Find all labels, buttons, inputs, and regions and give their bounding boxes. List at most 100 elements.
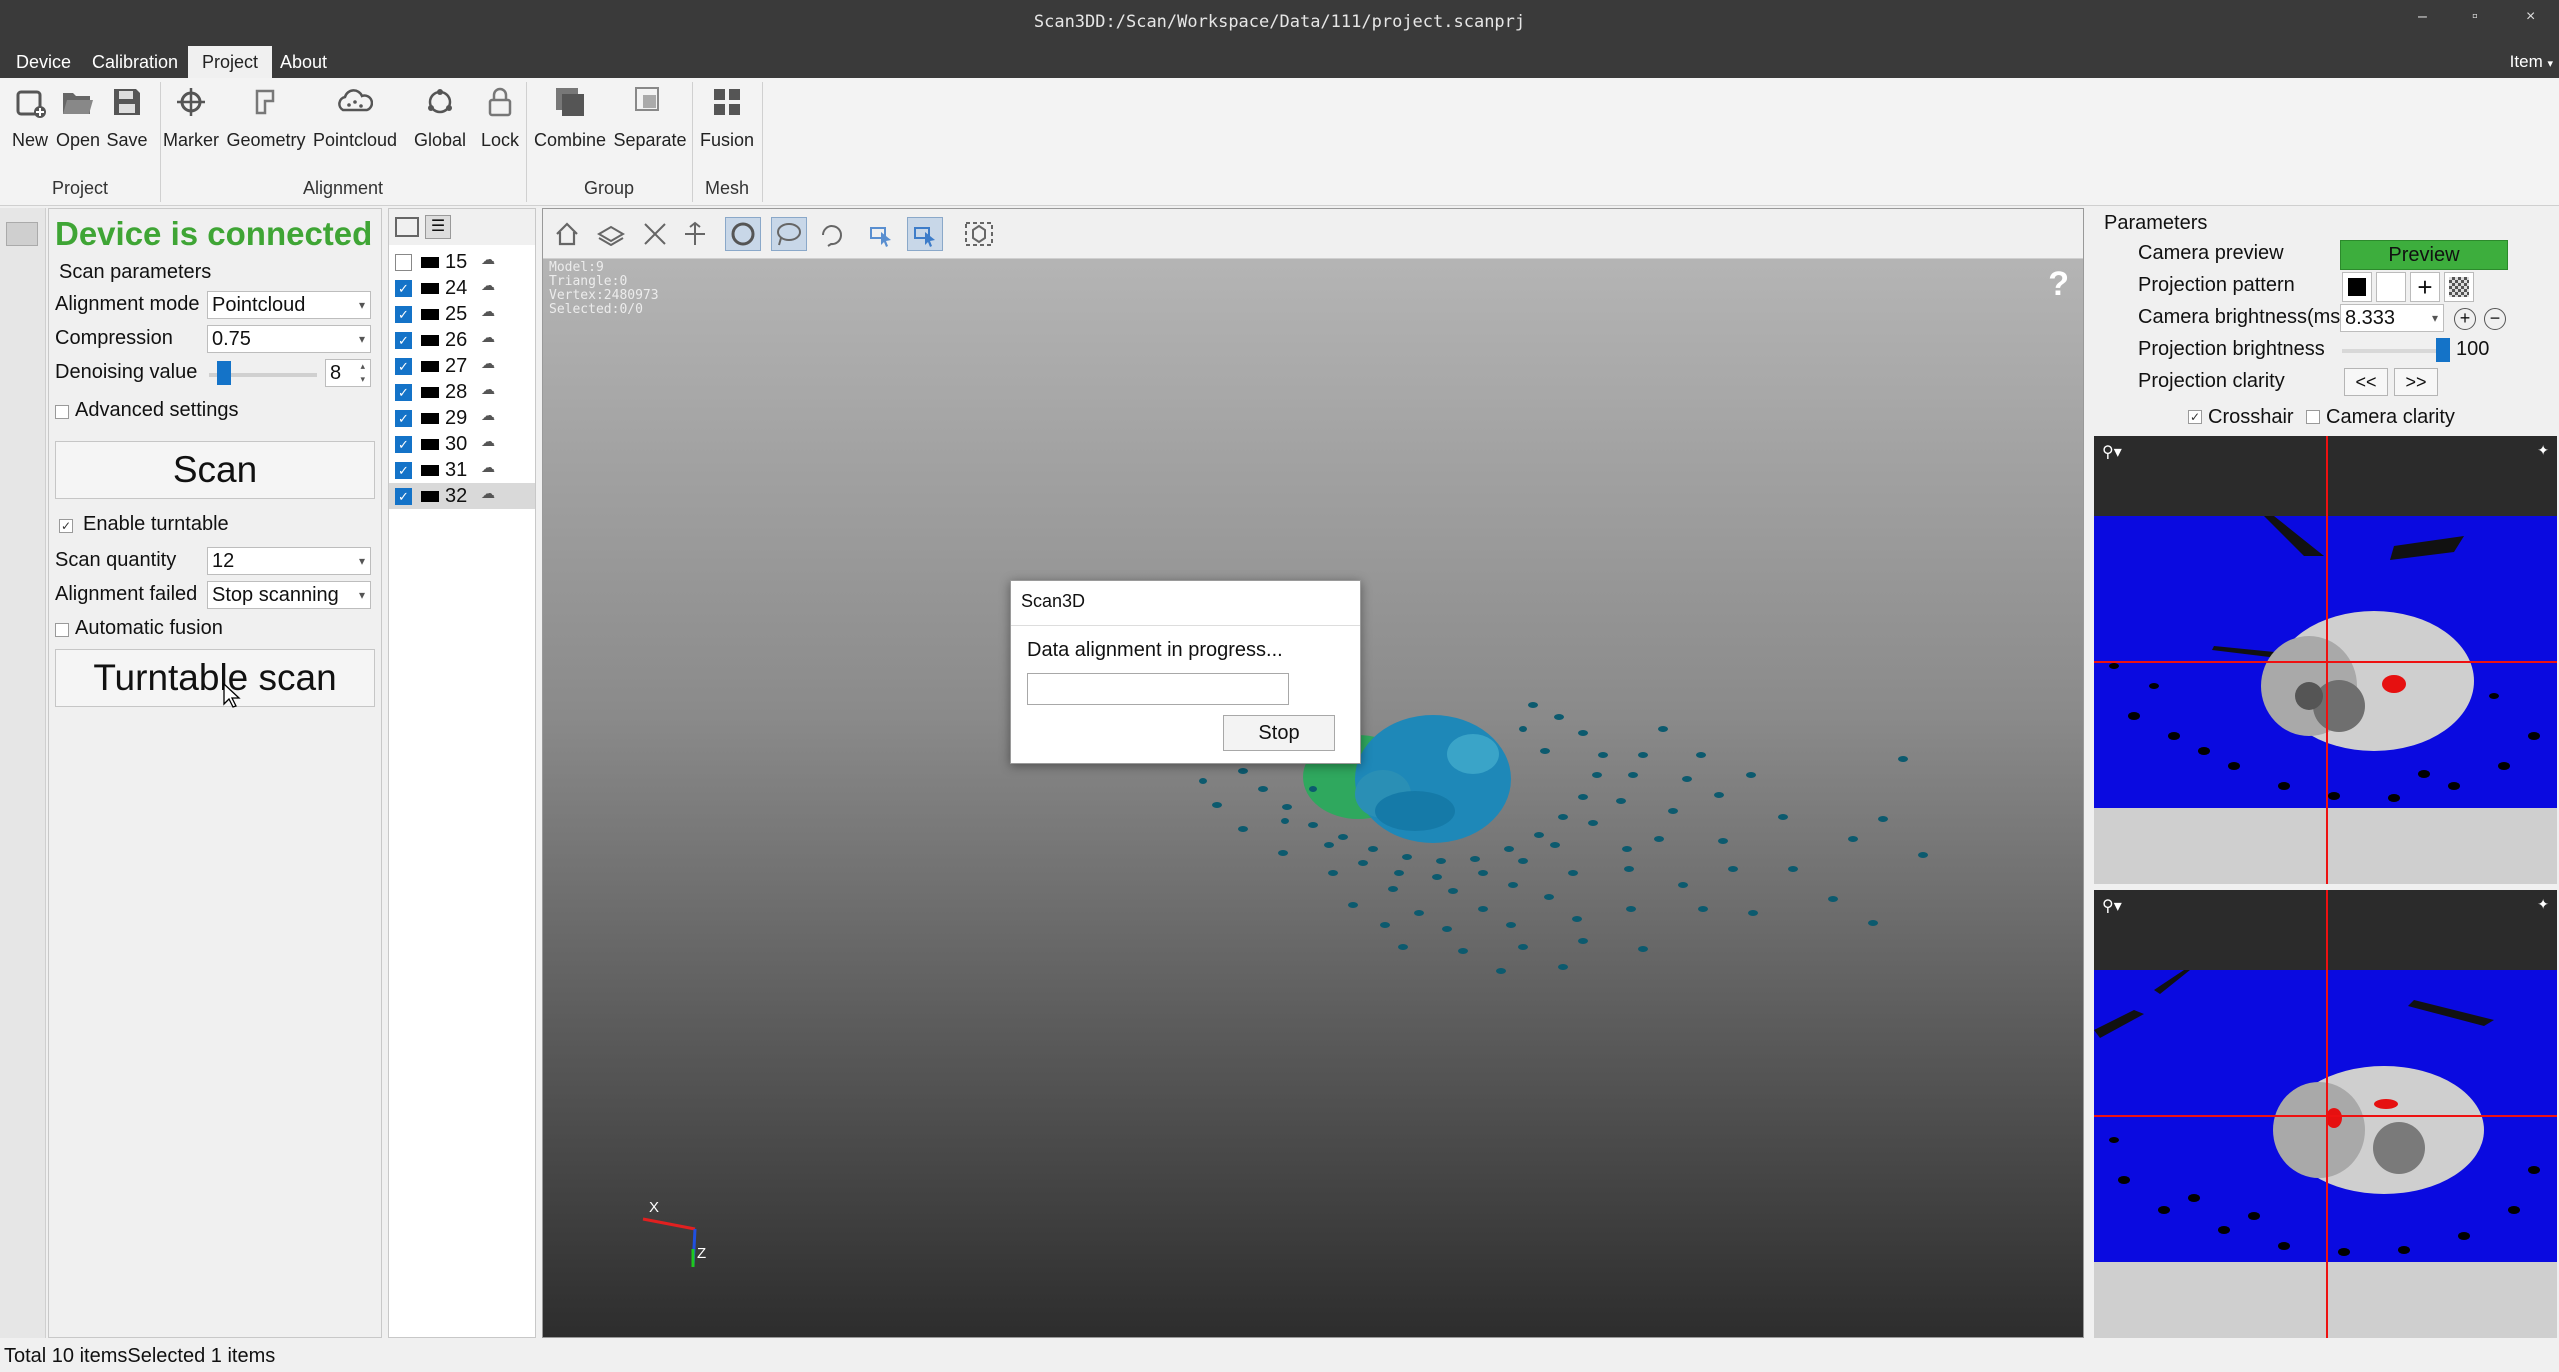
magnifier-icon[interactable]: ⚲▾ bbox=[2102, 442, 2122, 462]
automatic-fusion-checkbox[interactable] bbox=[55, 623, 69, 637]
automatic-fusion-label: Automatic fusion bbox=[75, 617, 223, 639]
chevron-down-icon: ▾ bbox=[358, 588, 365, 602]
denoising-label: Denoising value bbox=[55, 361, 198, 383]
crosshair-checkbox[interactable]: ✓ bbox=[2188, 410, 2202, 424]
crosshair-vertical bbox=[2326, 436, 2328, 884]
maximize-button[interactable]: ▫ bbox=[2472, 8, 2478, 26]
model-visibility-checkbox[interactable]: ✓ bbox=[395, 410, 412, 427]
3d-viewport[interactable]: Model:9 Triangle:0 Vertex:2480973 Select… bbox=[542, 208, 2084, 1338]
denoising-spinbox[interactable]: 8 ▴ ▾ bbox=[325, 359, 371, 387]
fusion-button[interactable]: Fusion bbox=[698, 82, 756, 151]
zoom-out-icon[interactable]: − bbox=[2484, 308, 2506, 330]
model-id: 32 bbox=[445, 485, 468, 507]
open-button[interactable]: Open bbox=[56, 82, 100, 151]
black-pattern-icon[interactable] bbox=[2342, 272, 2372, 302]
menu-about[interactable]: About bbox=[266, 46, 341, 78]
model-visibility-checkbox[interactable]: ✓ bbox=[395, 436, 412, 453]
scan-quantity-select[interactable]: 12 ▾ bbox=[207, 547, 371, 575]
marker-button[interactable]: Marker bbox=[162, 82, 220, 151]
model-visibility-checkbox[interactable]: ✓ bbox=[395, 462, 412, 479]
combine-button[interactable]: Combine bbox=[532, 82, 608, 151]
new-label: New bbox=[11, 130, 48, 150]
model-visibility-checkbox[interactable]: ✓ bbox=[395, 358, 412, 375]
projection-clarity-label: Projection clarity bbox=[2138, 370, 2285, 392]
denoising-slider-handle[interactable] bbox=[217, 361, 231, 385]
menu-project[interactable]: Project bbox=[188, 46, 273, 78]
list-item[interactable]: ✓ 26 ☁ bbox=[389, 327, 535, 353]
model-thumbnail bbox=[421, 439, 439, 450]
alignment-failed-select[interactable]: Stop scanning ▾ bbox=[207, 581, 371, 609]
clarity-next-button[interactable]: >> bbox=[2394, 368, 2438, 396]
scanner-tab-icon[interactable] bbox=[6, 222, 38, 246]
list-item[interactable]: 15 ☁ bbox=[389, 249, 535, 275]
enable-turntable-checkbox[interactable]: ✓ bbox=[59, 519, 73, 533]
device-status: Device is connected bbox=[55, 215, 373, 252]
separate-button[interactable]: Separate bbox=[612, 82, 688, 151]
camera-clarity-checkbox[interactable] bbox=[2306, 410, 2320, 424]
menu-device[interactable]: Device bbox=[2, 46, 85, 78]
minimize-button[interactable]: – bbox=[2418, 8, 2427, 26]
pointcloud-button[interactable]: Pointcloud bbox=[310, 82, 400, 151]
pointcloud-icon: ☁ bbox=[481, 329, 495, 345]
magnifier-icon[interactable]: ⚲▾ bbox=[2102, 896, 2122, 916]
save-button[interactable]: Save bbox=[106, 82, 148, 151]
pin-icon[interactable]: ✦ bbox=[2537, 896, 2549, 913]
list-item[interactable]: ✓ 27 ☁ bbox=[389, 353, 535, 379]
list-item[interactable]: ✓ 30 ☁ bbox=[389, 431, 535, 457]
model-visibility-checkbox[interactable]: ✓ bbox=[395, 306, 412, 323]
advanced-settings-checkbox[interactable] bbox=[55, 405, 69, 419]
close-button[interactable]: × bbox=[2526, 8, 2535, 26]
point-cloud-render bbox=[642, 702, 1928, 1268]
pin-icon[interactable]: ✦ bbox=[2537, 442, 2549, 459]
pointcloud-icon: ☁ bbox=[481, 381, 495, 397]
model-visibility-checkbox[interactable]: ✓ bbox=[395, 384, 412, 401]
model-visibility-checkbox[interactable]: ✓ bbox=[395, 488, 412, 505]
global-button[interactable]: Global bbox=[412, 82, 468, 151]
model-visibility-checkbox[interactable]: ✓ bbox=[395, 332, 412, 349]
clarity-prev-button[interactable]: << bbox=[2344, 368, 2388, 396]
list-item[interactable]: ✓ 31 ☁ bbox=[389, 457, 535, 483]
global-label: Global bbox=[413, 130, 467, 150]
crosshair-horizontal bbox=[2094, 661, 2557, 663]
preview-button[interactable]: Preview bbox=[2340, 240, 2508, 270]
list-item[interactable]: ✓ 29 ☁ bbox=[389, 405, 535, 431]
save-label: Save bbox=[106, 130, 148, 150]
geometry-button[interactable]: Geometry bbox=[226, 82, 306, 151]
camera-view-left[interactable]: ⚲▾ ✦ bbox=[2094, 436, 2557, 884]
camera-view-right[interactable]: ⚲▾ ✦ bbox=[2094, 890, 2557, 1338]
image-view-icon[interactable] bbox=[395, 217, 419, 237]
menu-calibration[interactable]: Calibration bbox=[78, 46, 192, 78]
turntable-scan-button[interactable]: Turntable scan bbox=[55, 649, 375, 707]
scan-button[interactable]: Scan bbox=[55, 441, 375, 499]
list-item[interactable]: ✓ 32 ☁ bbox=[389, 483, 535, 509]
separate-icon bbox=[630, 82, 670, 122]
menu-item-dropdown[interactable]: Item ▾ bbox=[2510, 46, 2553, 80]
new-button[interactable]: New bbox=[10, 82, 50, 151]
model-thumbnail bbox=[421, 387, 439, 398]
list-item[interactable]: ✓ 28 ☁ bbox=[389, 379, 535, 405]
pointcloud-icon bbox=[335, 82, 375, 122]
compression-select[interactable]: 0.75 ▾ bbox=[207, 325, 371, 353]
model-visibility-checkbox[interactable] bbox=[395, 254, 412, 271]
stop-button[interactable]: Stop bbox=[1223, 715, 1335, 751]
list-item[interactable]: ✓ 24 ☁ bbox=[389, 275, 535, 301]
ribbon-separator bbox=[762, 82, 763, 202]
camera-brightness-spinbox[interactable]: 8.333 ▾ bbox=[2340, 304, 2444, 332]
projection-brightness-handle[interactable] bbox=[2436, 338, 2450, 362]
list-view-icon[interactable]: ☰ bbox=[425, 215, 451, 239]
projection-brightness-track[interactable] bbox=[2342, 349, 2442, 353]
lock-button[interactable]: Lock bbox=[476, 82, 524, 151]
pointcloud-icon: ☁ bbox=[481, 485, 495, 501]
zoom-in-icon[interactable]: + bbox=[2454, 308, 2476, 330]
white-pattern-icon[interactable] bbox=[2376, 272, 2406, 302]
alignment-failed-label: Alignment failed bbox=[55, 583, 198, 605]
status-bar: Total 10 itemsSelected 1 items bbox=[0, 1340, 2559, 1372]
model-list-panel: ☰ 15 ☁ ✓ 24 ☁ ✓ 25 ☁ ✓ 26 ☁ ✓ 27 ☁ ✓ 28 ☁ ✓ 29 ☁ ✓ 30 ☁ ✓ 31 ☁ ✓ 32… bbox=[388, 208, 536, 1338]
model-visibility-checkbox[interactable]: ✓ bbox=[395, 280, 412, 297]
model-id: 25 bbox=[445, 303, 468, 325]
checker-pattern-icon[interactable] bbox=[2444, 272, 2474, 302]
alignment-mode-select[interactable]: Pointcloud ▾ bbox=[207, 291, 371, 319]
projection-brightness-label: Projection brightness bbox=[2138, 338, 2325, 360]
cross-pattern-icon[interactable]: + bbox=[2410, 272, 2440, 302]
list-item[interactable]: ✓ 25 ☁ bbox=[389, 301, 535, 327]
